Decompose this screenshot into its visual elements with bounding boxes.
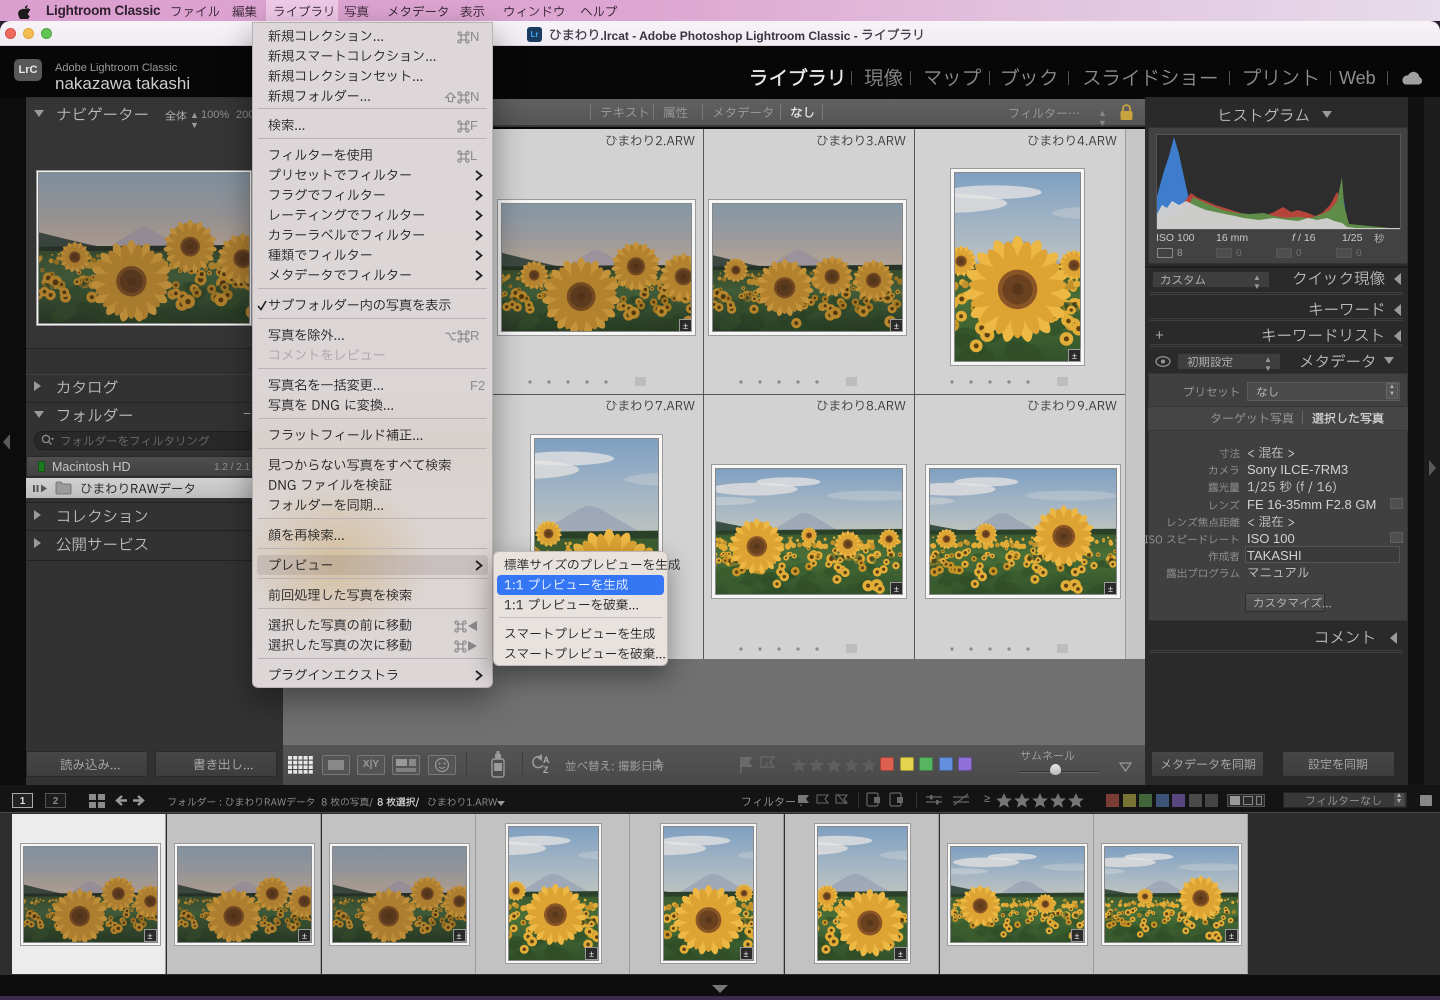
- svg-text:x: x: [765, 761, 769, 768]
